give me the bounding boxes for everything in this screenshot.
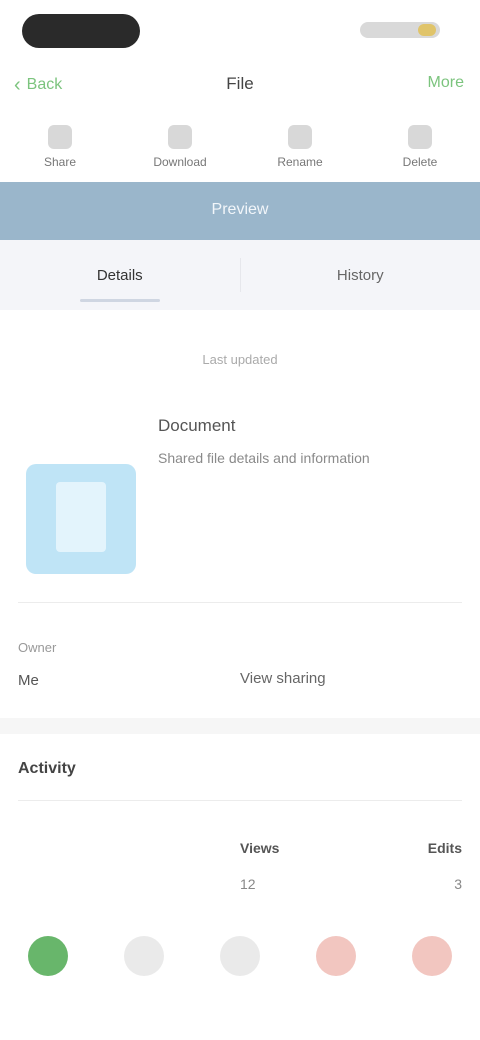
share-icon xyxy=(48,125,72,149)
alert-icon xyxy=(316,936,356,976)
view-sharing-link[interactable]: View sharing xyxy=(240,670,326,687)
tab-bar: Details History xyxy=(0,240,480,310)
tab-details[interactable]: Details xyxy=(0,240,240,310)
status-bar xyxy=(0,0,480,60)
toolbar-label: Share xyxy=(43,155,77,169)
stat-key: Views xyxy=(240,840,280,856)
stats-row: Views 12 Edits 3 xyxy=(0,840,480,920)
bottom-item-profile[interactable] xyxy=(402,936,462,976)
document-description: Shared file details and information xyxy=(158,450,370,466)
toolbar-label: Rename xyxy=(277,155,323,169)
battery-icon xyxy=(418,24,436,36)
banner-text: Preview xyxy=(211,201,269,218)
meta-value: Me xyxy=(18,672,39,689)
toolbar-delete[interactable]: Delete xyxy=(390,125,450,169)
stat-key: Edits xyxy=(427,840,462,856)
toolbar-share[interactable]: Share xyxy=(30,125,90,169)
download-icon xyxy=(168,125,192,149)
toolbar-label: Delete xyxy=(402,155,438,169)
toolbar-label: Download xyxy=(153,155,207,169)
bottom-bar xyxy=(0,920,480,1040)
section-spacer xyxy=(0,718,480,734)
toolbar-rename[interactable]: Rename xyxy=(270,125,330,169)
tab-history[interactable]: History xyxy=(241,240,480,310)
more-button[interactable]: More xyxy=(428,74,464,92)
subcaption: Last updated xyxy=(202,352,278,367)
meta-label: Owner xyxy=(18,640,57,655)
file-icon xyxy=(56,482,106,552)
files-icon xyxy=(124,936,164,976)
page-title: File xyxy=(226,74,254,93)
document-thumbnail xyxy=(26,464,136,574)
bottom-item-alerts[interactable] xyxy=(306,936,366,976)
file-toolbar: Share Download Rename Delete xyxy=(0,112,480,182)
section-title: Activity xyxy=(18,760,76,777)
toolbar-download[interactable]: Download xyxy=(150,125,210,169)
document-card[interactable]: Document Shared file details and informa… xyxy=(18,400,462,600)
home-icon xyxy=(28,936,68,976)
dynamic-island xyxy=(22,14,140,48)
bottom-item-home[interactable] xyxy=(18,936,78,976)
navigation-bar: ‹ Back File More xyxy=(0,60,480,110)
stat-edits: Edits 3 xyxy=(428,840,462,892)
edit-icon xyxy=(288,125,312,149)
bottom-item-add[interactable] xyxy=(210,936,270,976)
divider xyxy=(18,602,462,603)
meta-row: Owner Me View sharing xyxy=(18,632,462,702)
divider xyxy=(18,800,462,801)
stat-value: 12 xyxy=(240,876,256,892)
trash-icon xyxy=(408,125,432,149)
preview-banner[interactable]: Preview xyxy=(0,182,480,240)
bottom-item-files[interactable] xyxy=(114,936,174,976)
stat-value: 3 xyxy=(454,876,462,892)
plus-icon xyxy=(220,936,260,976)
document-name: Document xyxy=(158,416,236,435)
stat-views: Views 12 xyxy=(240,840,279,892)
profile-icon xyxy=(412,936,452,976)
